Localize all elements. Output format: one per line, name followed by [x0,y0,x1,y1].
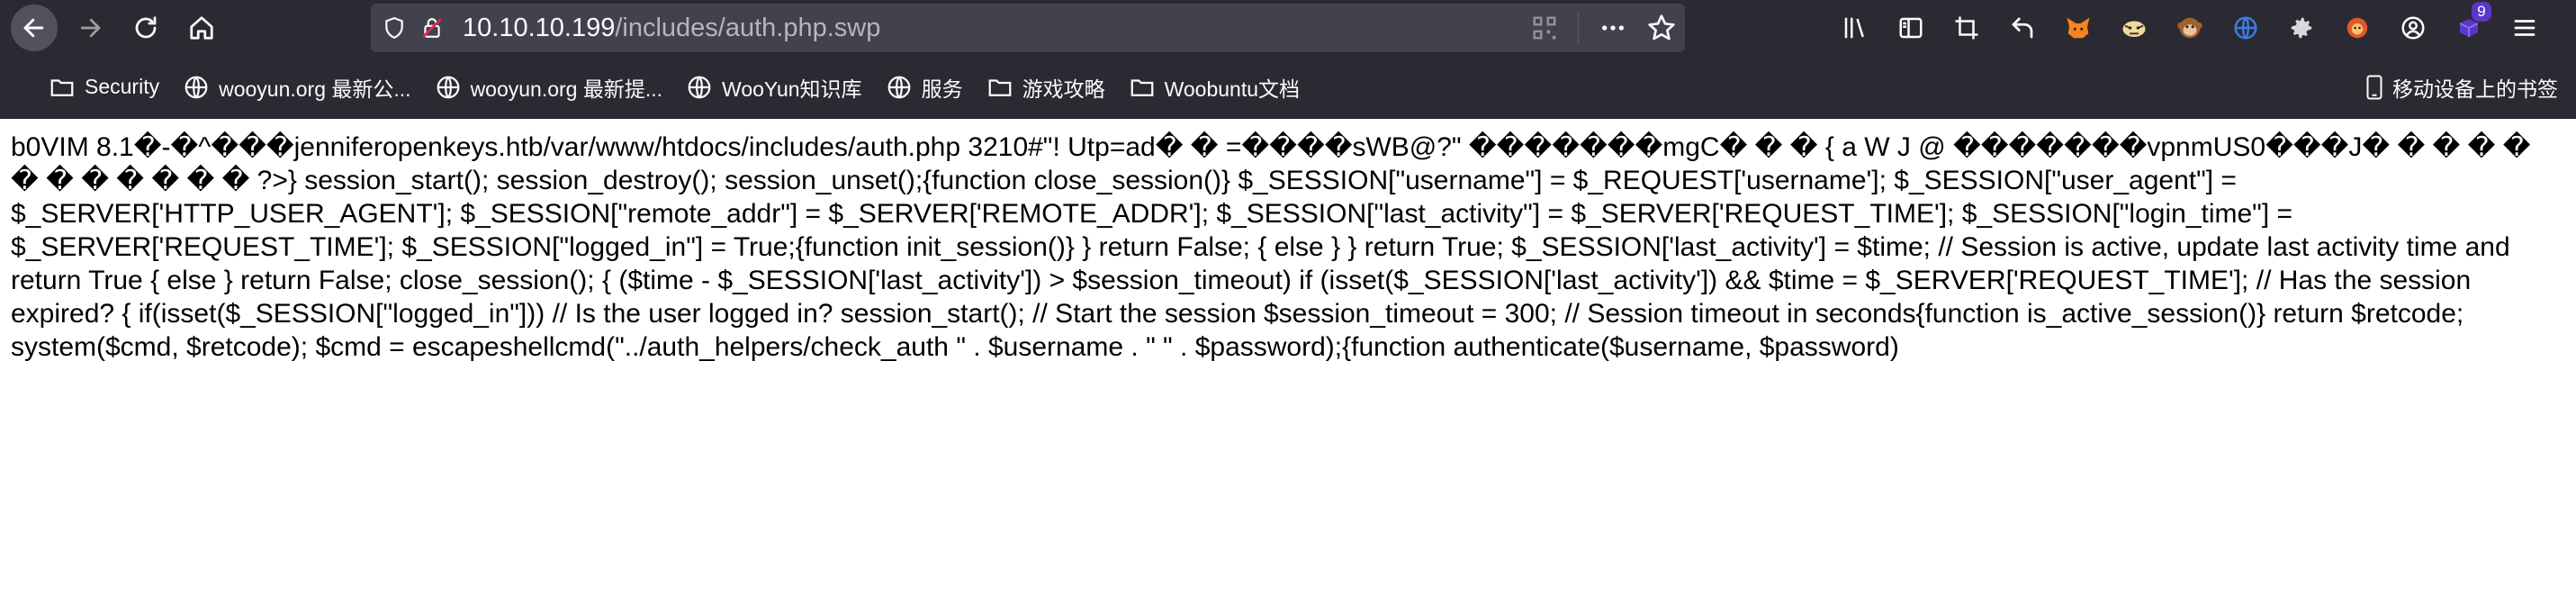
more-dots-icon[interactable] [1599,14,1627,42]
bookmark-wooyun-knowledge[interactable]: WooYun知识库 [686,72,862,103]
globe-icon [688,76,711,98]
hamburger-menu-icon [2514,20,2535,36]
mobile-bookmarks-label: 移动设备上的书签 [2392,77,2558,101]
bookmark-label: WooYun知识库 [722,77,862,101]
shield-icon [385,17,403,40]
gear-icon [2291,17,2312,39]
tiger-icon [2122,21,2146,37]
url-path: /includes/auth.php.swp [615,13,881,42]
monkey-extension[interactable] [2162,0,2218,56]
screenshot-button[interactable] [1939,0,1995,56]
forward-arrow-icon [80,18,101,38]
globe-icon [887,76,910,98]
back-button[interactable] [11,5,58,51]
extension-badge: 9 [2472,2,2491,22]
folder-icon [988,78,1011,96]
home-icon [190,16,213,40]
account-icon [2401,16,2425,40]
url-host: 10.10.10.199 [463,13,616,42]
metamask-extension[interactable] [2050,0,2106,56]
url-bar-separator [1578,12,1579,44]
browser-toolbar: 10.10.10.199/includes/auth.php.swp 9 [0,0,2576,56]
menu-button[interactable] [2497,0,2553,56]
bookmark-services[interactable]: 服务 [886,72,963,103]
globe-icon [2234,16,2257,40]
qr-code-icon[interactable] [1531,14,1558,41]
undo-button[interactable] [1995,0,2050,56]
site-info-button[interactable] [418,14,446,42]
globe-icon [185,76,208,98]
pet-extension[interactable] [2329,0,2385,56]
bookmark-label: Woobuntu文档 [1164,77,1300,101]
bookmark-wooyun-latest-public[interactable]: wooyun.org 最新公... [183,72,411,103]
url-bar[interactable]: 10.10.10.199/includes/auth.php.swp [371,4,1685,52]
extensions-button[interactable]: 9 [2441,0,2497,56]
forward-button[interactable] [67,5,113,51]
bookmark-wooyun-latest-submit[interactable]: wooyun.org 最新提... [435,72,662,103]
settings-extension[interactable] [2274,0,2329,56]
library-icon [1844,17,1864,39]
mobile-device-icon [2366,75,2382,100]
home-button[interactable] [178,5,225,51]
bookmark-security[interactable]: Security [49,74,159,101]
reload-icon [135,16,157,39]
globe-extension[interactable] [2218,0,2274,56]
star-icon[interactable] [1647,14,1676,42]
account-button[interactable] [2385,0,2441,56]
sidebar-icon [1899,17,1923,39]
bookmark-game-guides[interactable]: 游戏攻略 [986,72,1105,103]
folder-icon [1130,78,1153,96]
bookmark-woobuntu-docs[interactable]: Woobuntu文档 [1129,72,1300,103]
monkey-icon [2177,17,2202,39]
bookmark-label: 游戏攻略 [1022,77,1105,101]
globe-icon [437,76,459,98]
undo-icon [2012,17,2033,39]
back-arrow-icon [23,18,44,38]
bookmark-label: 服务 [921,77,963,101]
bookmark-label: wooyun.org 最新提... [470,77,663,101]
pet-icon [2346,17,2368,39]
library-button[interactable] [1827,0,1883,56]
mobile-bookmarks[interactable]: 移动设备上的书签 [2364,56,2558,119]
page-content: b0VIM 8.1�-�^���jenniferopenkeys.htb/var… [11,132,2531,362]
sidebar-button[interactable] [1883,0,1939,56]
insecure-lock-icon [422,18,442,38]
screenshot-icon [1955,16,1978,40]
bookmark-label: Security [85,75,160,98]
tracking-protection-button[interactable] [380,14,409,42]
folder-icon [50,78,74,96]
reload-button[interactable] [122,5,169,51]
bookmark-label: wooyun.org 最新公... [219,77,411,101]
url-text[interactable]: 10.10.10.199/includes/auth.php.swp [463,14,880,43]
bookmarks-toolbar: Security wooyun.org 最新公... wooyun.org 最新… [0,56,2576,119]
fox-icon [2067,17,2090,39]
tiger-extension[interactable] [2106,0,2162,56]
